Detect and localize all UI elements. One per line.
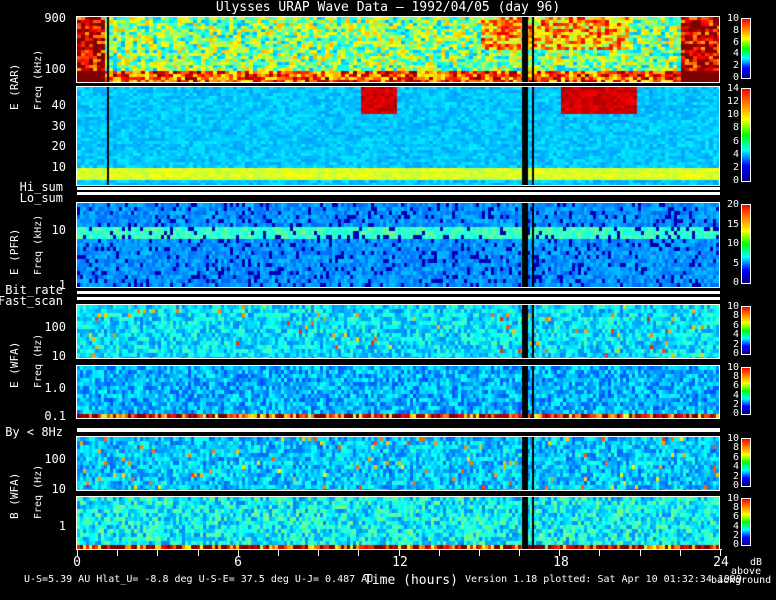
colorbar-tick-label: 6 [732, 135, 739, 147]
xtick-mark [277, 550, 279, 556]
colorbar-tick-label: 0 [732, 277, 739, 288]
pfr-spectrogram [77, 203, 720, 287]
freq-label: Freq (Hz) [33, 333, 44, 388]
lo-sum-label: Lo_sum [19, 191, 63, 205]
colorbar-tick-label: 10 [727, 238, 740, 249]
e-pfr-label: E (PFR) [8, 228, 21, 275]
colorbar-tick-label: 0 [732, 480, 739, 491]
freq-label: Freq (kHz) [33, 49, 44, 110]
ytick: 0.1 [44, 409, 66, 423]
colorbar-tick-label: 8 [732, 24, 739, 36]
colorbar-tick-label: 5 [732, 257, 739, 269]
colorbar-tick-label: 0 [732, 348, 739, 359]
xtick-mark [438, 550, 440, 556]
colorbar [741, 204, 751, 284]
urap-plot: Ulysses URAP Wave Data — 1992/04/05 (day… [0, 0, 776, 600]
colorbar-tick-label: 0 [732, 175, 739, 186]
xtick-label: 0 [73, 555, 81, 570]
ytick: 1 [58, 519, 66, 533]
colorbar-tick-label: 2 [732, 60, 739, 72]
colorbar [741, 367, 751, 415]
xtick-mark [720, 550, 721, 556]
xtick-mark [599, 550, 601, 556]
plot-title: Ulysses URAP Wave Data — 1992/04/05 (day… [215, 0, 561, 15]
colorbar-tick-label: 4 [732, 148, 739, 160]
unit-background: background [711, 575, 772, 586]
colorbar [741, 88, 751, 182]
wfa-b-high-spectrogram [77, 437, 720, 490]
colorbar-tick-label: 6 [732, 36, 739, 48]
colorbar-tick-label: 15 [727, 218, 740, 230]
lo-sum-strip [77, 192, 720, 195]
xtick-mark [519, 550, 521, 556]
xtick-mark [559, 550, 561, 556]
xtick-mark [639, 550, 641, 556]
colorbar-tick-label: 2 [732, 161, 739, 173]
xtick-label: 6 [234, 555, 242, 570]
colorbar-tick-label: 20 [727, 199, 740, 210]
by-8hz-strip [77, 428, 720, 432]
b-wfa-label: B (WFA) [8, 472, 21, 519]
colorbar-tick-label: 14 [727, 83, 740, 94]
colorbar [741, 438, 751, 487]
xtick-mark [197, 550, 199, 556]
ytick: 10 [51, 160, 66, 174]
xtick-label: 18 [553, 555, 569, 570]
freq-label: Freq (Hz) [33, 464, 44, 519]
bit-rate-strip [77, 291, 720, 294]
colorbar-tick-label: 0 [732, 72, 739, 83]
colorbar [741, 306, 751, 355]
wfa-e-low-spectrogram [77, 366, 720, 418]
xtick-mark [157, 550, 159, 556]
colorbar-tick-label: 10 [727, 13, 740, 24]
xtick-label: 24 [713, 555, 729, 570]
colorbar-tick-label: 0 [732, 408, 739, 419]
xtick-mark [117, 550, 119, 556]
xtick-mark [77, 550, 78, 556]
xtick-mark [398, 550, 400, 556]
colorbar-tick-label: 4 [732, 48, 739, 60]
colorbar-tick-label: 12 [727, 96, 740, 108]
colorbar [741, 18, 751, 79]
ytick: 30 [51, 119, 66, 133]
rar-high-spectrogram [77, 17, 720, 82]
xtick-label: 12 [392, 555, 408, 570]
e-rar-label: E (RAR) [8, 63, 21, 110]
xtick-mark [318, 550, 320, 556]
fast-scan-label: Fast_scan [0, 294, 63, 308]
ytick: 100 [44, 320, 66, 334]
ytick: 20 [51, 139, 66, 153]
xtick-mark [237, 550, 239, 556]
version-info: Version 1.18 plotted: Sat Apr 10 01:32:3… [465, 574, 742, 585]
xtick-mark [478, 550, 480, 556]
e-wfa-label: E (WFA) [8, 341, 21, 388]
wfa-e-high-spectrogram [77, 305, 720, 358]
xtick-mark [679, 550, 681, 556]
orbit-info: U-S=5.39 AU Hlat_U= -8.8 deg U-S-E= 37.5… [24, 574, 374, 585]
fast-scan-strip [77, 297, 720, 300]
freq-label: Freq (kHz) [33, 214, 44, 275]
colorbar-tick-label: 8 [732, 122, 739, 134]
x-axis-label: Time (hours) [364, 573, 458, 588]
colorbar [741, 498, 751, 546]
colorbar-tick-label: 10 [727, 109, 740, 121]
hi-sum-strip [77, 187, 720, 190]
wfa-b-low-spectrogram [77, 497, 720, 549]
colorbar-tick-label: 0 [732, 539, 739, 550]
xtick-mark [358, 550, 360, 556]
ytick: 900 [44, 11, 66, 25]
rar-low-spectrogram [77, 87, 720, 185]
by-8hz-label: By < 8Hz [5, 425, 63, 439]
